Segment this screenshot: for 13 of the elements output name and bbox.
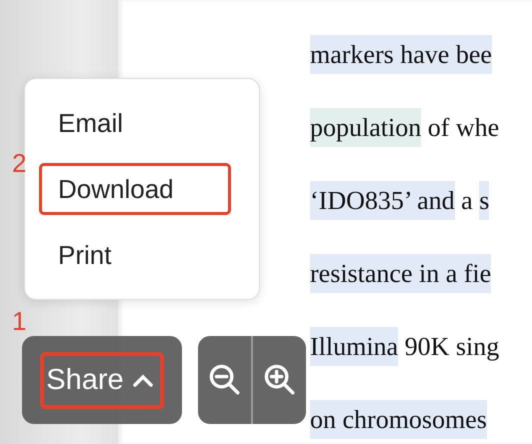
text-line: ‘IDO835’ and a s [310, 164, 532, 237]
share-button[interactable]: Share [22, 336, 182, 424]
callout-number: 2 [12, 148, 26, 179]
zoom-out-icon [208, 363, 242, 397]
menu-item[interactable]: Download [39, 163, 231, 215]
text-line: population of whe [310, 91, 532, 164]
zoom-in-icon [262, 363, 296, 397]
text-line: Illumina 90K sing [310, 310, 532, 383]
menu-item[interactable]: Email [39, 97, 231, 149]
callout-number: 1 [12, 306, 26, 337]
menu-item[interactable]: Print [39, 229, 231, 281]
text-line: resistance in a fie [310, 237, 532, 310]
text-line: markers have bee [310, 18, 532, 91]
